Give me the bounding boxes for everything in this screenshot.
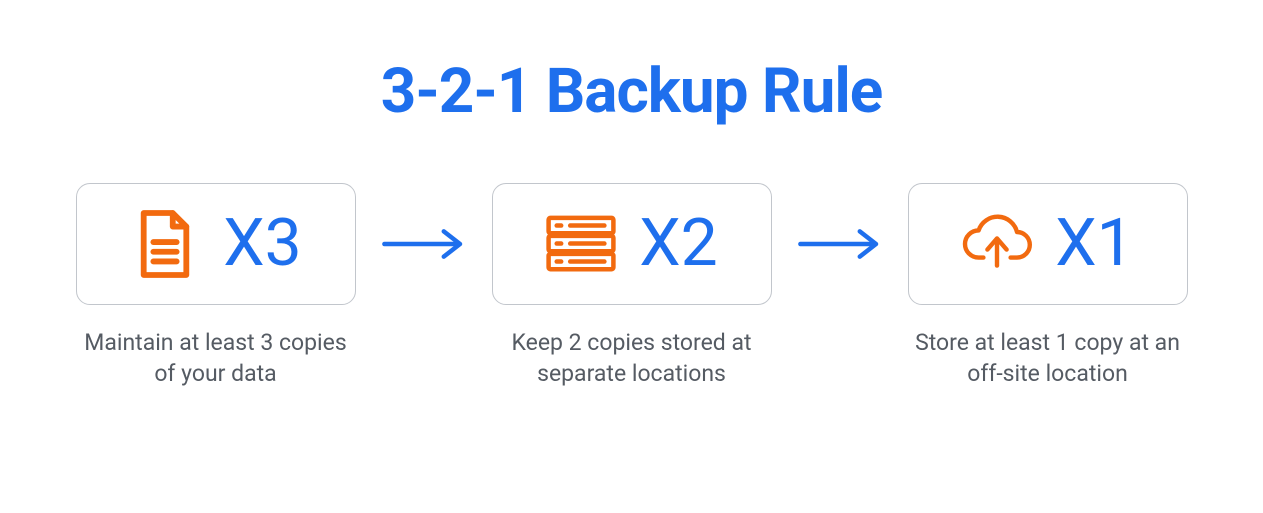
step-count: X2 (639, 211, 717, 277)
step-caption: Keep 2 copies stored at separate locatio… (492, 327, 772, 389)
server-icon (545, 208, 617, 280)
step-1-offsite: X1 Store at least 1 copy at an off-site … (908, 183, 1188, 389)
document-icon (129, 208, 201, 280)
arrow-right-icon (790, 183, 890, 305)
page-title: 3-2-1 Backup Rule (381, 55, 883, 128)
step-count: X1 (1055, 211, 1133, 277)
step-count: X3 (223, 211, 301, 277)
step-card: X1 (908, 183, 1188, 305)
arrow-right-icon (374, 183, 474, 305)
step-2-locations: X2 Keep 2 copies stored at separate loca… (492, 183, 772, 389)
steps-row: X3 Maintain at least 3 copies of your da… (76, 183, 1188, 389)
cloud-upload-icon (961, 208, 1033, 280)
step-card: X2 (492, 183, 772, 305)
step-caption: Store at least 1 copy at an off-site loc… (908, 327, 1188, 389)
step-card: X3 (76, 183, 356, 305)
step-3-copies: X3 Maintain at least 3 copies of your da… (76, 183, 356, 389)
step-caption: Maintain at least 3 copies of your data (76, 327, 356, 389)
